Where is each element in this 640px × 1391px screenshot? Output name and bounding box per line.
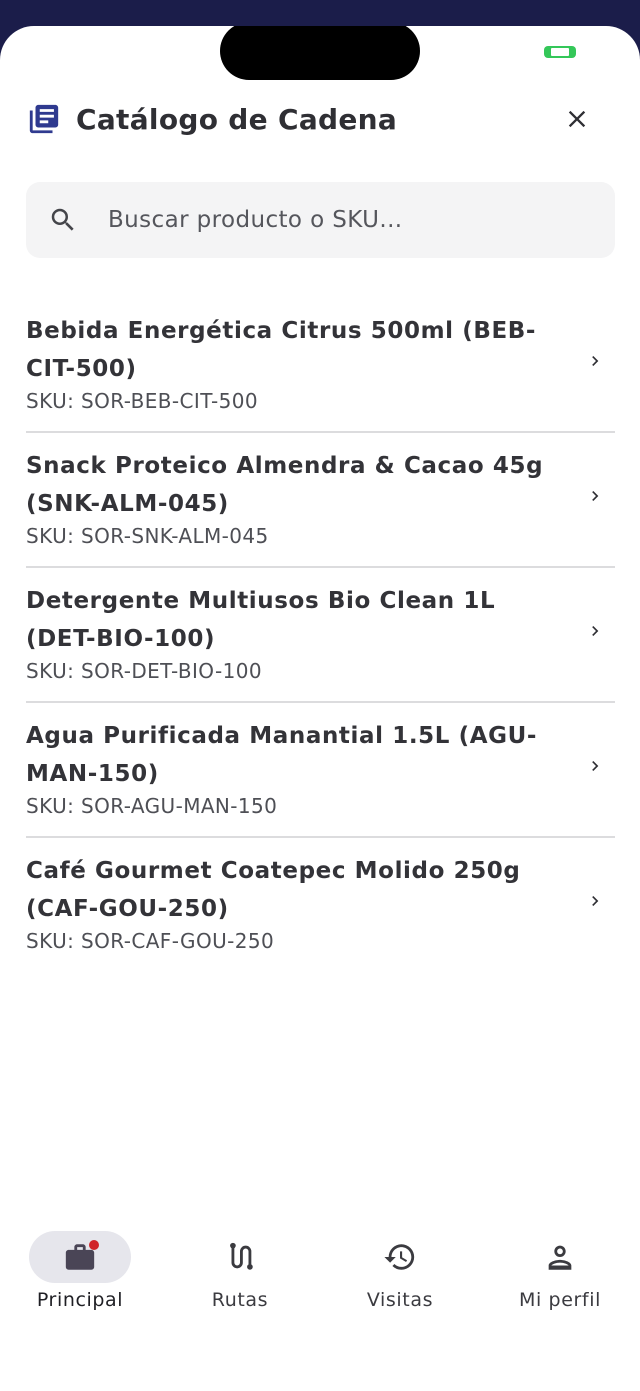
route-icon: [230, 1242, 253, 1270]
bottom-nav: Principal Rutas Visitas Mi perfil: [0, 1231, 640, 1341]
product-sku: SKU: SOR-CAF-GOU-250: [26, 929, 275, 953]
list-item[interactable]: Café Gourmet Coatepec Molido 250g (CAF-G…: [26, 838, 615, 973]
tab-rutas[interactable]: Rutas: [160, 1231, 320, 1341]
search-bar[interactable]: [26, 182, 615, 258]
list-item[interactable]: Agua Purificada Manantial 1.5L (AGU-MAN-…: [26, 703, 615, 838]
sheet-header: Catálogo de Cadena: [26, 96, 616, 142]
product-list: Bebida Energética Citrus 500ml (BEB-CIT-…: [26, 298, 615, 973]
product-name: Café Gourmet Coatepec Molido 250g (CAF-G…: [26, 858, 521, 922]
battery-icon: [544, 46, 576, 58]
tab-indicator: [509, 1231, 611, 1283]
tab-label: Principal: [36, 1289, 124, 1311]
chevron-right-icon: [592, 626, 599, 636]
page-title: Catálogo de Cadena: [76, 102, 398, 136]
close-icon: [568, 110, 586, 128]
history-icon: [384, 1244, 415, 1270]
chevron-right-icon: [592, 356, 599, 366]
tab-label: Visitas: [366, 1289, 434, 1311]
chevron-right-icon: [592, 491, 599, 501]
list-item[interactable]: Detergente Multiusos Bio Clean 1L (DET-B…: [26, 568, 615, 703]
product-name: Snack Proteico Almendra & Cacao 45g (SNK…: [26, 453, 544, 517]
tab-visitas[interactable]: Visitas: [320, 1231, 480, 1341]
tab-indicator: [189, 1231, 291, 1283]
list-item[interactable]: Snack Proteico Almendra & Cacao 45g (SNK…: [26, 433, 615, 568]
notification-badge: [89, 1240, 99, 1250]
close-button[interactable]: [558, 100, 596, 138]
tab-mi-perfil[interactable]: Mi perfil: [480, 1231, 640, 1341]
dynamic-island: [220, 26, 420, 80]
product-name: Agua Purificada Manantial 1.5L (AGU-MAN-…: [26, 723, 538, 787]
tab-indicator: [349, 1231, 451, 1283]
person-icon: [548, 1245, 572, 1270]
chevron-right-icon: [592, 896, 599, 906]
tab-label: Rutas: [211, 1289, 269, 1311]
search-icon: [51, 208, 74, 231]
tab-principal[interactable]: Principal: [0, 1231, 160, 1341]
product-sku: SKU: SOR-SNK-ALM-045: [26, 524, 269, 548]
chevron-right-icon: [592, 761, 599, 771]
search-input[interactable]: [108, 207, 578, 233]
catalog-icon: [26, 101, 62, 137]
tab-label: Mi perfil: [519, 1289, 601, 1311]
product-sku: SKU: SOR-DET-BIO-100: [26, 659, 262, 683]
product-sku: SKU: SOR-AGU-MAN-150: [26, 794, 278, 818]
product-sku: SKU: SOR-BEB-CIT-500: [26, 389, 258, 413]
tab-indicator: [29, 1231, 131, 1283]
product-name: Bebida Energética Citrus 500ml (BEB-CIT-…: [26, 318, 537, 382]
catalog-sheet: Catálogo de Cadena Bebida Energética Cit…: [0, 26, 640, 1391]
list-item[interactable]: Bebida Energética Citrus 500ml (BEB-CIT-…: [26, 298, 615, 433]
product-name: Detergente Multiusos Bio Clean 1L (DET-B…: [26, 588, 496, 652]
